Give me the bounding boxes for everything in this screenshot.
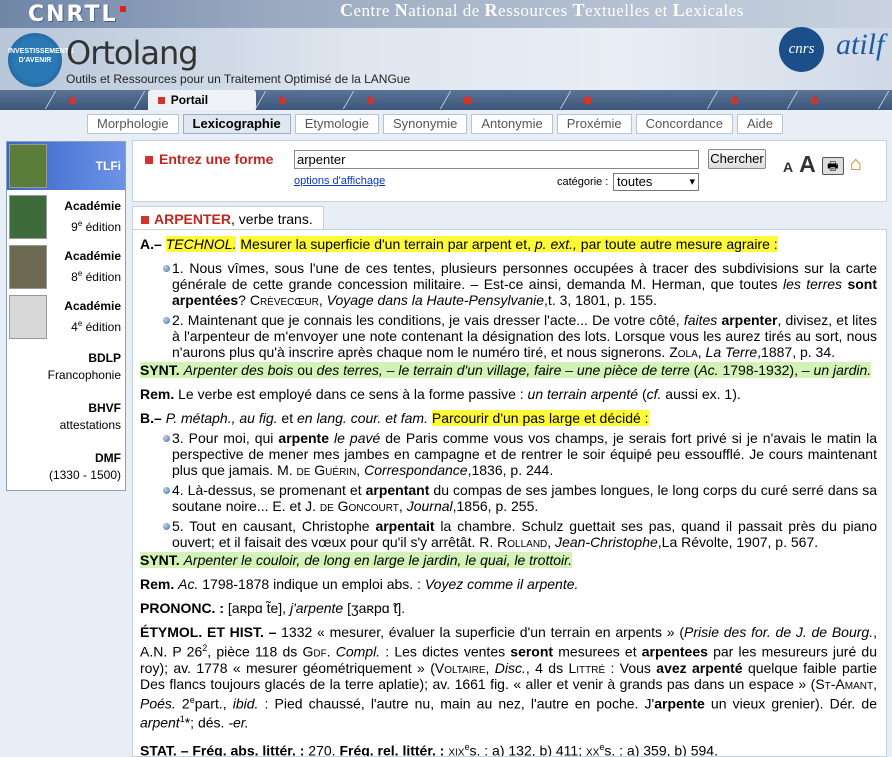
category-select[interactable]: toutes bbox=[613, 173, 699, 191]
font-increase-icon[interactable]: A bbox=[799, 153, 816, 176]
nav-separator bbox=[254, 91, 266, 109]
article-body: A.– TECHNOL. Mesurer la superficie d'un … bbox=[132, 229, 887, 757]
remark-1: Rem. Le verbe est employé dans ce sens à… bbox=[140, 386, 741, 402]
nav-item-dictionnaires[interactable]: Dictionnaires bbox=[454, 90, 561, 127]
sidebar-item-tlfi[interactable]: TLFi bbox=[7, 142, 125, 190]
header-banner: CNRTL Centre National de Ressources Text… bbox=[0, 0, 892, 28]
cnrtl-logo[interactable]: CNRTL bbox=[28, 2, 126, 27]
nav-separator bbox=[133, 91, 145, 109]
sidebar-item-acadmie-2[interactable]: Académie 8e édition bbox=[7, 242, 125, 292]
sidebar-item-label: BDLP Francophonie bbox=[47, 351, 121, 382]
tab-morphologie[interactable]: Morphologie bbox=[87, 114, 179, 134]
dictionary-cover-icon bbox=[9, 395, 47, 439]
example-3: 3. Pour moi, qui arpente le pavé de Pari… bbox=[140, 430, 877, 478]
atilf-logo[interactable]: atilf bbox=[836, 28, 884, 62]
tab-lexicographie[interactable]: Lexicographie bbox=[182, 114, 291, 134]
nav-item-outils[interactable]: Outils bbox=[721, 90, 789, 127]
nav-separator bbox=[787, 91, 799, 109]
sense-b: B.– P. métaph., au fig. et en lang. cour… bbox=[140, 410, 649, 426]
nav-item-contact[interactable]: Contact bbox=[801, 90, 879, 127]
tab-concordance[interactable]: Concordance bbox=[635, 114, 733, 134]
tab-aide[interactable]: Aide bbox=[736, 114, 784, 134]
dictionary-cover-icon bbox=[9, 445, 47, 489]
category-label: catégorie : bbox=[557, 176, 609, 188]
remark-2: Rem. Ac. 1798-1878 indique un emploi abs… bbox=[140, 576, 579, 592]
headword: ARPENTER bbox=[154, 211, 232, 227]
etymology: ÉTYMOL. ET HIST. – 1332 « mesurer, évalu… bbox=[140, 624, 877, 731]
part-of-speech: , verbe trans. bbox=[231, 211, 313, 227]
dictionary-cover-icon bbox=[9, 144, 47, 188]
entry-tab[interactable]: ARPENTER, verbe trans. bbox=[132, 206, 324, 230]
sidebar-item-label: Académie 4e édition bbox=[64, 299, 121, 334]
tab-antonymie[interactable]: Antonymie bbox=[471, 114, 553, 134]
nav-item-métalexicographie[interactable]: Métalexicographie bbox=[574, 90, 708, 127]
sidebar-item-label: Académie 8e édition bbox=[64, 249, 121, 284]
dictionary-sidebar: TLFi Académie 9e édition Académie 8e édition… bbox=[6, 141, 126, 491]
nav-separator bbox=[706, 91, 718, 109]
nav-separator bbox=[877, 91, 890, 109]
sidebar-item-label: DMF (1330 - 1500) bbox=[48, 451, 121, 482]
nav-separator bbox=[560, 91, 572, 109]
dictionary-cover-icon bbox=[9, 245, 47, 289]
pronunciation: PRONONC. : [aʀpɑ t̃e], j'arpente [ʒaʀpɑ … bbox=[140, 600, 406, 616]
tab-synonymie[interactable]: Synonymie bbox=[383, 114, 468, 134]
sidebar-item-bhvf[interactable]: BHVF attestations bbox=[7, 392, 125, 442]
sidebar-item-dmf[interactable]: DMF (1330 - 1500) bbox=[7, 442, 125, 492]
synonyms-b: SYNT. Arpenter le couloir, de long en la… bbox=[140, 552, 573, 568]
example-2: 2. Maintenant que je connais les conditi… bbox=[140, 312, 877, 360]
app-window: CNRTL Centre National de Ressources Text… bbox=[0, 0, 892, 757]
dictionary-cover-icon bbox=[9, 195, 47, 239]
sidebar-item-bdlp[interactable]: BDLP Francophonie bbox=[7, 342, 125, 392]
sidebar-item-label: TLFi bbox=[95, 158, 121, 173]
nav-separator bbox=[342, 91, 355, 109]
search-panel: Entrez une forme arpenter Chercher optio… bbox=[132, 140, 887, 202]
print-icon[interactable]: 🖶 bbox=[821, 157, 844, 175]
investissements-avenir-logo[interactable]: INVESTISSEMENTS D'AVENIR bbox=[8, 33, 74, 87]
search-input[interactable]: arpenter bbox=[294, 150, 699, 169]
sense-a: A.– TECHNOL. Mesurer la superficie d'un … bbox=[140, 236, 778, 252]
nav-separator bbox=[44, 91, 57, 109]
nav-item-lexiques[interactable]: Lexiques bbox=[357, 90, 442, 127]
tools-bar: A A 🖶 ⌂ bbox=[783, 153, 874, 176]
tab-proxémie[interactable]: Proxémie bbox=[556, 114, 632, 134]
nav-item-portail-lexical[interactable]: Portail lexical bbox=[147, 90, 256, 127]
ortolang-logo[interactable]: Ortolang bbox=[66, 34, 199, 72]
statistics: STAT. – Fréq. abs. littér. : 270. Fréq. … bbox=[140, 741, 718, 757]
cnrs-logo[interactable]: cnrs bbox=[779, 27, 824, 72]
home-icon[interactable]: ⌂ bbox=[850, 153, 874, 175]
tab-etymologie[interactable]: Etymologie bbox=[294, 114, 379, 134]
sidebar-item-acadmie-3[interactable]: Académie 4e édition bbox=[7, 292, 125, 342]
dictionary-cover-icon bbox=[9, 295, 47, 339]
sidebar-item-label: Académie 9e édition bbox=[64, 199, 121, 234]
ortolang-subtitle: Outils et Ressources pour un Traitement … bbox=[66, 72, 411, 86]
example-5: 5. Tout en causant, Christophe arpentait… bbox=[140, 518, 877, 550]
nav-separator bbox=[440, 91, 452, 109]
nav-item-accueil[interactable]: Accueil bbox=[59, 90, 135, 127]
search-button[interactable]: Chercher bbox=[708, 149, 766, 169]
sidebar-item-acadmie-1[interactable]: Académie 9e édition bbox=[7, 192, 125, 242]
main-nav: Accueil Portail lexical Corpus Lexiques Dict… bbox=[0, 90, 892, 127]
nav-item-corpus[interactable]: Corpus bbox=[269, 90, 344, 127]
dictionary-cover-icon bbox=[9, 345, 47, 389]
search-label: Entrez une forme bbox=[145, 151, 273, 167]
subtabs: Morphologie Lexicographie Etymologie Synony… bbox=[0, 112, 892, 136]
font-decrease-icon[interactable]: A bbox=[783, 159, 793, 175]
sidebar-item-label: BHVF attestations bbox=[59, 401, 121, 432]
example-4: 4. Là-dessus, se promenant et arpentant … bbox=[140, 482, 877, 514]
example-1: 1. Nous vîmes, sous l'une de ces tentes,… bbox=[140, 260, 877, 308]
synonyms-a: SYNT. Arpenter des bois ou des terres, –… bbox=[140, 362, 872, 378]
header-title: Centre National de Ressources Textuelles… bbox=[340, 0, 744, 20]
display-options-link[interactable]: options d'affichage bbox=[294, 175, 385, 187]
